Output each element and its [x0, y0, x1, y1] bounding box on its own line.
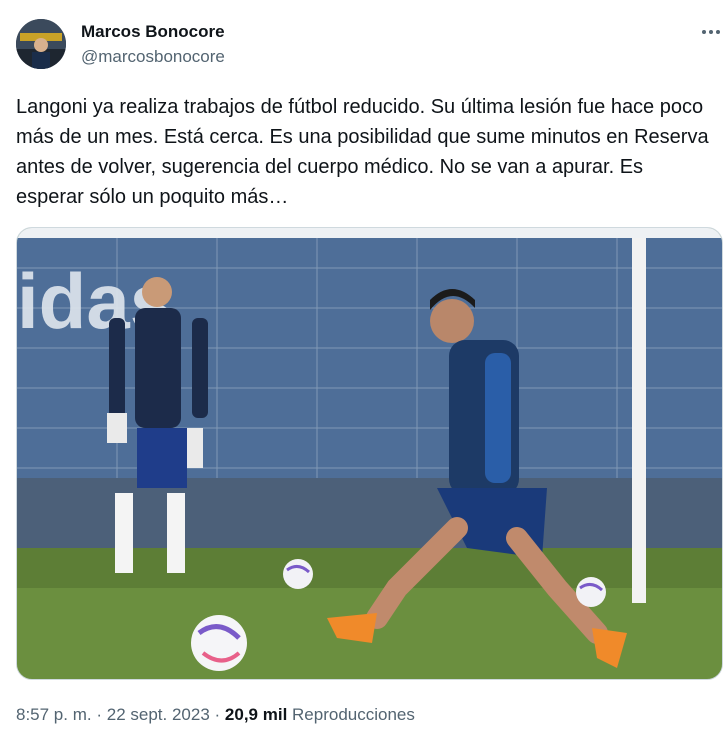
meta-separator: ·: [96, 705, 103, 724]
tweet-text: Langoni ya realiza trabajos de fútbol re…: [16, 96, 709, 208]
tweet-media-image[interactable]: idas: [16, 227, 723, 680]
tweet-date[interactable]: 22 sept. 2023: [107, 705, 210, 724]
more-horizontal-icon: [702, 30, 720, 34]
avatar-image: [16, 19, 66, 69]
football-training-photo: idas: [17, 228, 722, 679]
more-options-button[interactable]: [694, 20, 727, 44]
views-label: Reproducciones: [292, 705, 415, 724]
meta-separator-2: ·: [214, 705, 221, 724]
author-name[interactable]: Marcos Bonocore: [81, 21, 225, 43]
author-handle[interactable]: @marcosbonocore: [81, 46, 225, 68]
tweet-meta: 8:57 p. m. · 22 sept. 2023 · 20,9 mil Re…: [16, 704, 415, 726]
avatar[interactable]: [16, 19, 66, 69]
tweet-time[interactable]: 8:57 p. m.: [16, 705, 92, 724]
views-count: 20,9 mil: [224, 705, 288, 724]
